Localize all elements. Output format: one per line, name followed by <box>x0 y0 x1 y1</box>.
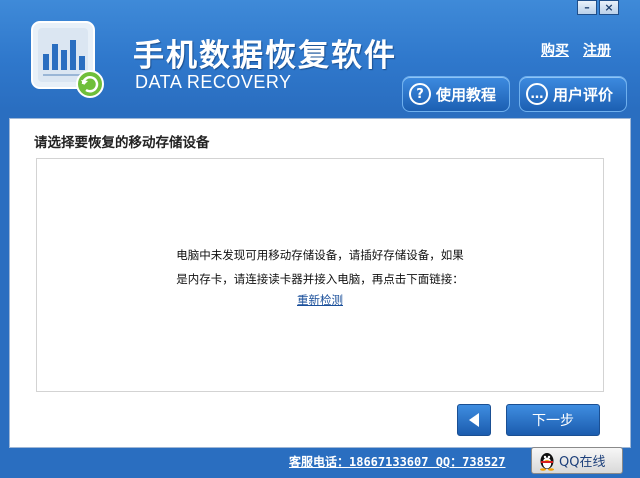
review-button-label: 用户评价 <box>553 85 614 104</box>
message-line-2: 是内存卡，请连接读卡器并接入电脑，再点击下面链接： <box>176 272 464 286</box>
close-button[interactable]: × <box>599 0 619 15</box>
message-line-1: 电脑中未发现可用移动存储设备，请插好存储设备，如果 <box>176 248 464 262</box>
buy-link[interactable]: 购买 <box>541 40 569 60</box>
device-list-area: 电脑中未发现可用移动存储设备，请插好存储设备，如果 是内存卡，请连接读卡器并接入… <box>36 158 604 392</box>
redetect-link[interactable]: 重新检测 <box>37 292 603 308</box>
data-recovery-logo-icon <box>31 21 104 98</box>
triangle-left-icon <box>469 413 479 427</box>
review-button[interactable]: … 用户评价 <box>519 76 627 112</box>
qq-online-label: QQ在线 <box>559 455 606 470</box>
question-icon: ? <box>409 83 431 105</box>
main-panel: 请选择要恢复的移动存储设备 电脑中未发现可用移动存储设备，请插好存储设备，如果 … <box>9 118 631 448</box>
tutorial-button[interactable]: ? 使用教程 <box>402 76 510 112</box>
contact-info: 客服电话：18667133607 QQ：738527 <box>289 455 506 469</box>
back-button[interactable] <box>457 404 491 436</box>
next-button[interactable]: 下一步 <box>506 404 600 436</box>
app-window: – × 手机数据恢复软件 DATA RECOVERY 购买 注册 ? 使用教程 … <box>0 0 640 478</box>
minimize-button[interactable]: – <box>577 0 597 15</box>
register-link[interactable]: 注册 <box>583 40 611 60</box>
tutorial-button-label: 使用教程 <box>436 85 497 104</box>
app-subtitle: DATA RECOVERY <box>135 72 292 92</box>
comment-icon: … <box>526 83 548 105</box>
app-title: 手机数据恢复软件 <box>133 38 397 74</box>
device-prompt: 请选择要恢复的移动存储设备 <box>34 135 210 151</box>
qq-penguin-icon <box>540 452 554 471</box>
window-controls: – × <box>577 0 619 16</box>
qq-online-button[interactable]: QQ在线 <box>531 447 623 474</box>
